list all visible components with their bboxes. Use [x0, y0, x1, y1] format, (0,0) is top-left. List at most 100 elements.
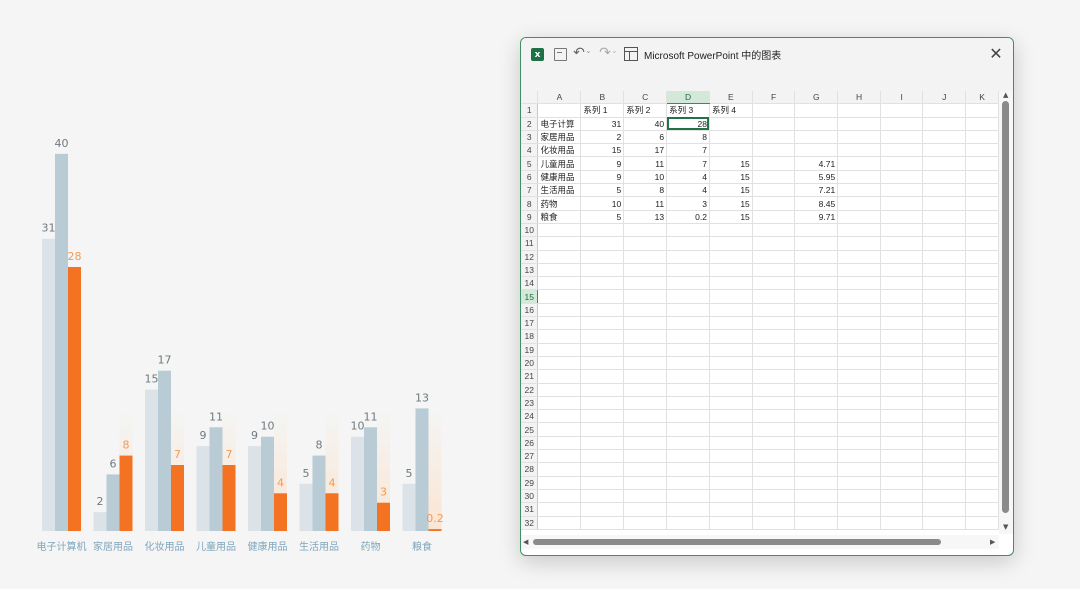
cell-a17[interactable]	[537, 316, 582, 331]
cell-f31[interactable]	[752, 502, 796, 517]
cell-c30[interactable]	[623, 489, 668, 504]
cell-h4[interactable]	[837, 143, 881, 158]
cell-a12[interactable]	[537, 250, 582, 264]
cell-e15[interactable]	[709, 289, 753, 304]
cell-g16[interactable]	[794, 303, 839, 318]
cell-k26[interactable]	[965, 436, 999, 451]
cell-f10[interactable]	[752, 223, 796, 238]
cell-k32[interactable]	[965, 516, 999, 530]
cell-i15[interactable]	[880, 289, 924, 304]
cell-j13[interactable]	[922, 263, 967, 278]
cell-g32[interactable]	[794, 516, 839, 530]
cell-k6[interactable]	[965, 170, 999, 185]
cell-a21[interactable]	[537, 369, 582, 384]
cell-k23[interactable]	[965, 396, 999, 411]
cell-a30[interactable]	[537, 489, 582, 504]
cell-a13[interactable]	[537, 263, 582, 278]
cell-b24[interactable]	[580, 409, 625, 424]
cell-i2[interactable]	[880, 117, 924, 131]
cell-j20[interactable]	[922, 356, 967, 371]
scroll-right-icon[interactable]: ▶	[990, 538, 995, 546]
cell-f32[interactable]	[752, 516, 796, 530]
cell-a7[interactable]: 生活用品	[537, 183, 582, 198]
cell-k4[interactable]	[965, 143, 999, 158]
cell-f5[interactable]	[752, 156, 796, 171]
cell-b5[interactable]: 9	[580, 156, 625, 171]
cell-e13[interactable]	[709, 263, 753, 278]
cell-d3[interactable]: 8	[666, 130, 710, 145]
cell-e7[interactable]: 15	[709, 183, 753, 198]
cell-g30[interactable]	[794, 489, 839, 504]
cell-g27[interactable]	[794, 449, 839, 464]
cell-i30[interactable]	[880, 489, 924, 504]
row-header[interactable]: 32	[521, 516, 539, 530]
cell-i7[interactable]	[880, 183, 924, 198]
cell-j17[interactable]	[922, 316, 967, 331]
row-header[interactable]: 6	[521, 170, 539, 185]
cell-g23[interactable]	[794, 396, 839, 411]
cell-b8[interactable]: 10	[580, 196, 625, 211]
cell-d30[interactable]	[666, 489, 710, 504]
cell-h19[interactable]	[837, 343, 881, 357]
column-header-a[interactable]: A	[537, 91, 582, 105]
cell-f29[interactable]	[752, 476, 796, 490]
spreadsheet-grid[interactable]: ABCDEFGHIJK 1 系列 1 系列 2 系列 3 系列 4 2 电子计算 31 40 28…	[521, 91, 999, 530]
cell-c20[interactable]	[623, 356, 668, 371]
cell-c25[interactable]	[623, 422, 668, 437]
cell-j18[interactable]	[922, 329, 967, 344]
cell-h12[interactable]	[837, 250, 881, 264]
cell-g18[interactable]	[794, 329, 839, 344]
cell-a20[interactable]	[537, 356, 582, 371]
cell-c22[interactable]	[623, 383, 668, 397]
cell-c18[interactable]	[623, 329, 668, 344]
cell-g6[interactable]: 5.95	[794, 170, 839, 185]
cell-g2[interactable]	[794, 117, 839, 131]
cell-k9[interactable]	[965, 210, 999, 224]
cell-j10[interactable]	[922, 223, 967, 238]
cell-f28[interactable]	[752, 462, 796, 477]
cell-i21[interactable]	[880, 369, 924, 384]
cell-a25[interactable]	[537, 422, 582, 437]
cell-f14[interactable]	[752, 276, 796, 291]
cell-a18[interactable]	[537, 329, 582, 344]
cell-b31[interactable]	[580, 502, 625, 517]
cell-e27[interactable]	[709, 449, 753, 464]
cell-e28[interactable]	[709, 462, 753, 477]
cell-e12[interactable]	[709, 250, 753, 264]
cell-c31[interactable]	[623, 502, 668, 517]
cell-b19[interactable]	[580, 343, 625, 357]
cell-i25[interactable]	[880, 422, 924, 437]
cell-h16[interactable]	[837, 303, 881, 318]
cell-d20[interactable]	[666, 356, 710, 371]
cell-b12[interactable]	[580, 250, 625, 264]
row-header[interactable]: 1	[521, 103, 539, 118]
cell-d9[interactable]: 0.2	[666, 210, 710, 224]
cell-f12[interactable]	[752, 250, 796, 264]
row-header[interactable]: 2	[521, 117, 539, 131]
cell-k13[interactable]	[965, 263, 999, 278]
cell-j16[interactable]	[922, 303, 967, 318]
cell-h32[interactable]	[837, 516, 881, 530]
scroll-up-icon[interactable]: ▲	[1003, 91, 1008, 99]
cell-b6[interactable]: 9	[580, 170, 625, 185]
cell-c14[interactable]	[623, 276, 668, 291]
cell-e16[interactable]	[709, 303, 753, 318]
row-header[interactable]: 28	[521, 462, 539, 477]
cell-h5[interactable]	[837, 156, 881, 171]
cell-d21[interactable]	[666, 369, 710, 384]
cell-i11[interactable]	[880, 236, 924, 251]
cell-i31[interactable]	[880, 502, 924, 517]
cell-j31[interactable]	[922, 502, 967, 517]
cell-d2[interactable]: 28	[666, 117, 710, 131]
cell-j4[interactable]	[922, 143, 967, 158]
cell-e11[interactable]	[709, 236, 753, 251]
cell-h7[interactable]	[837, 183, 881, 198]
cell-e30[interactable]	[709, 489, 753, 504]
cell-b29[interactable]	[580, 476, 625, 490]
cell-k16[interactable]	[965, 303, 999, 318]
cell-i8[interactable]	[880, 196, 924, 211]
cell-a11[interactable]	[537, 236, 582, 251]
row-header[interactable]: 22	[521, 383, 539, 397]
cell-k29[interactable]	[965, 476, 999, 490]
cell-b13[interactable]	[580, 263, 625, 278]
